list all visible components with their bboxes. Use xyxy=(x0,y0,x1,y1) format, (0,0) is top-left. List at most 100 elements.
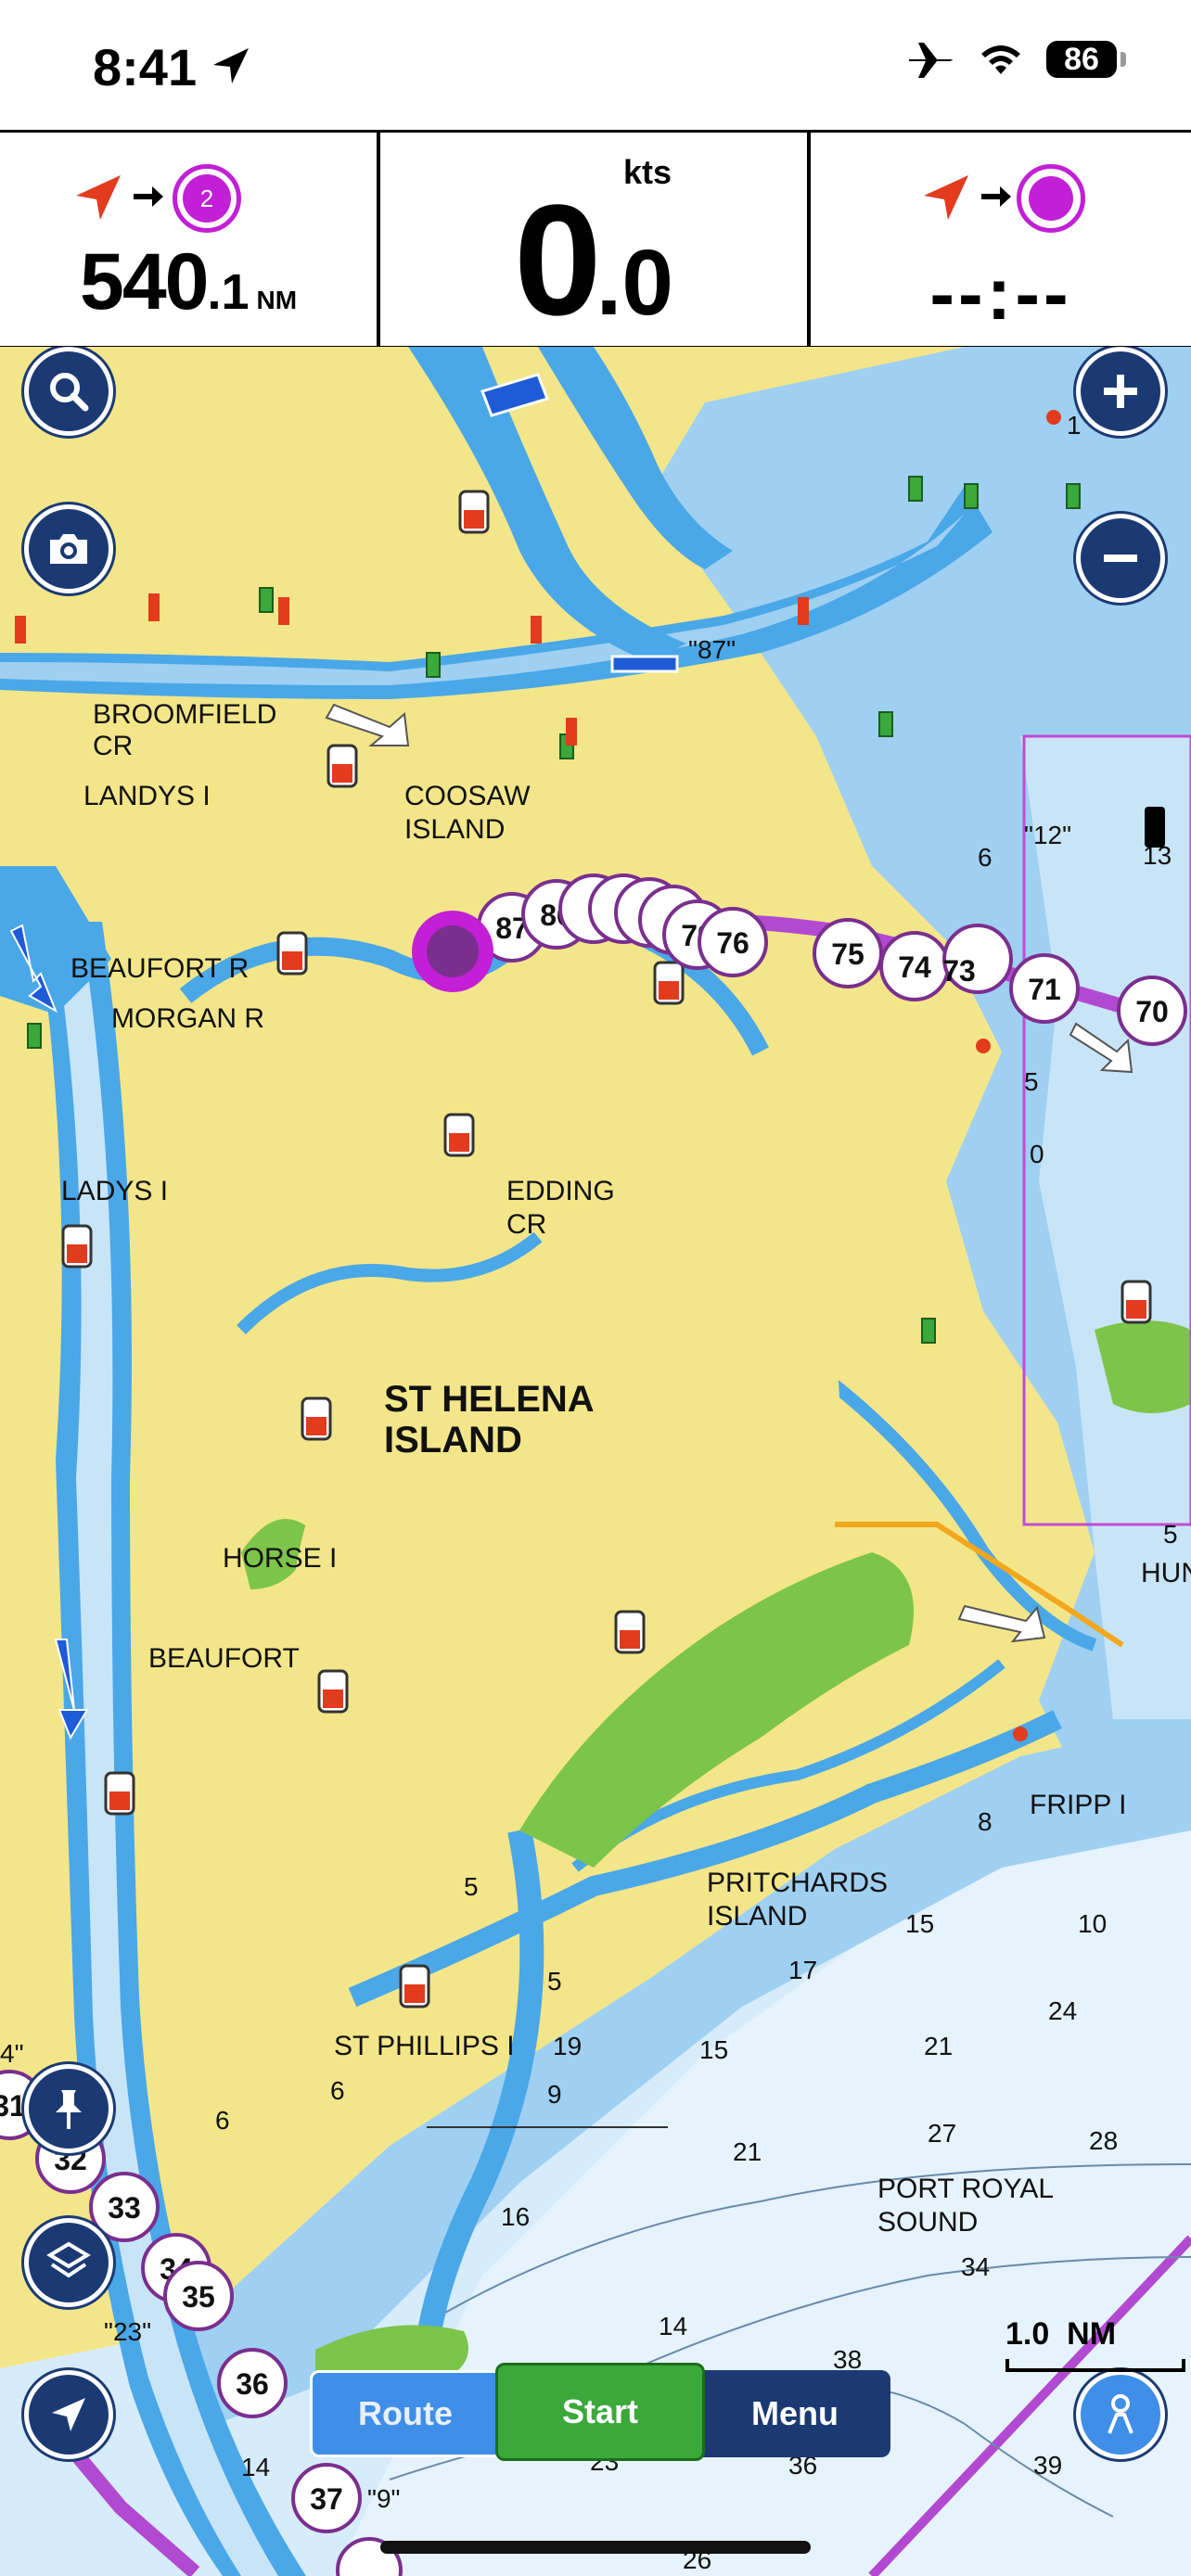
route-marker[interactable]: 71 xyxy=(1009,953,1080,1024)
svg-text:33: 33 xyxy=(108,2191,141,2225)
camera-button[interactable] xyxy=(24,504,113,593)
menu-button[interactable]: Menu xyxy=(699,2370,890,2457)
camera-icon xyxy=(50,534,87,564)
plus-icon xyxy=(1104,375,1137,408)
distance-readout: 540.1 NM xyxy=(80,237,298,326)
map-quoted-label: 4" xyxy=(0,2039,24,2068)
svg-text:71: 71 xyxy=(1028,973,1061,1006)
map-label: LADYS I xyxy=(61,1176,168,1206)
person-icon xyxy=(1108,2394,1133,2434)
search-button[interactable] xyxy=(24,347,113,436)
navigate-button[interactable] xyxy=(24,2370,113,2459)
route-marker[interactable]: 76 xyxy=(698,907,768,977)
depth-sounding: 39 xyxy=(1033,2451,1062,2480)
home-indicator[interactable] xyxy=(380,2541,811,2554)
route-marker[interactable]: 33 xyxy=(89,2172,160,2242)
map-label: CR xyxy=(506,1209,546,1240)
layers-icon xyxy=(46,2241,91,2278)
eta-readout: --:-- xyxy=(929,252,1072,335)
map-label: ISLAND xyxy=(404,814,505,845)
map-label: ISLAND xyxy=(384,1420,522,1460)
eta-panel[interactable]: --:-- xyxy=(811,133,1191,346)
depth-sounding: 34 xyxy=(961,2252,990,2281)
depth-sounding: 6 xyxy=(330,2076,345,2105)
depth-sounding: 17 xyxy=(788,1956,817,1984)
start-button[interactable]: Start xyxy=(495,2363,705,2461)
zoom-in-button[interactable] xyxy=(1076,347,1165,436)
boat-heading-icon xyxy=(76,175,121,220)
layers-button[interactable] xyxy=(24,2218,113,2307)
map-label: MORGAN R xyxy=(111,1003,264,1034)
depth-sounding: 24 xyxy=(1048,1996,1077,2025)
search-icon xyxy=(50,373,89,412)
map-label: PORT ROYAL xyxy=(877,2174,1054,2204)
depth-sounding: 9 xyxy=(547,2080,562,2109)
waypoint-badge: 2 xyxy=(173,164,241,233)
depth-sounding: 6 xyxy=(978,843,992,872)
route-button[interactable]: Route xyxy=(310,2370,501,2457)
route-marker[interactable]: 37 xyxy=(291,2463,362,2533)
map-label: ST HELENA xyxy=(384,1379,595,1420)
depth-sounding: 27 xyxy=(928,2119,956,2148)
speed-readout: 0.0 xyxy=(514,172,673,349)
depth-sounding: 19 xyxy=(553,2032,582,2060)
svg-text:31: 31 xyxy=(0,2089,26,2123)
destination-marker[interactable] xyxy=(412,911,493,992)
svg-text:37: 37 xyxy=(310,2482,343,2516)
speed-panel[interactable]: kts 0.0 xyxy=(380,133,811,349)
map-label: PRITCHARDS xyxy=(707,1868,888,1898)
map-label: BROOMFIELD xyxy=(93,699,276,730)
location-arrow-icon xyxy=(213,48,249,83)
map-label: FRIPP I xyxy=(1030,1790,1126,1820)
depth-sounding: 16 xyxy=(501,2202,530,2231)
depth-sounding: 10 xyxy=(1078,1909,1107,1938)
depth-sounding: 14 xyxy=(241,2453,270,2481)
status-bar: 8:41 86 xyxy=(0,0,1191,130)
svg-text:36: 36 xyxy=(236,2367,269,2401)
map-scale: 1.0 NM xyxy=(1005,2316,1117,2352)
map-label: EDDING xyxy=(506,1176,615,1206)
depth-sounding: 5 xyxy=(1163,1520,1178,1549)
map-label: HORSE I xyxy=(223,1543,337,1574)
map-quoted-label: "12" xyxy=(1024,821,1071,849)
navigation-arrow-icon xyxy=(52,2398,85,2431)
chart-map[interactable]: BROOMFIELD CR LANDYS I COOSAW ISLAND BEA… xyxy=(0,347,1191,2576)
svg-text:35: 35 xyxy=(182,2280,215,2314)
route-marker[interactable]: 75 xyxy=(813,918,883,988)
status-time: 8:41 xyxy=(93,38,198,96)
map-quoted-label: "87" xyxy=(688,635,736,664)
battery-icon: 86 xyxy=(1046,41,1126,78)
map-label: BEAUFORT xyxy=(148,1643,300,1674)
distance-panel[interactable]: 2 540.1 NM xyxy=(0,133,380,346)
arrow-right-icon xyxy=(134,186,163,207)
depth-sounding: 28 xyxy=(1089,2126,1118,2155)
route-marker[interactable]: 36 xyxy=(217,2348,288,2418)
map-label: ISLAND xyxy=(707,1901,807,1932)
person-button[interactable] xyxy=(1076,2370,1165,2459)
svg-text:70: 70 xyxy=(1135,995,1169,1028)
route-marker[interactable]: 70 xyxy=(1117,976,1187,1046)
depth-sounding: 5 xyxy=(464,1872,479,1901)
depth-sounding: 5 xyxy=(547,1967,562,1996)
svg-text:75: 75 xyxy=(831,937,864,971)
depth-sounding: 21 xyxy=(924,2032,953,2060)
svg-text:74: 74 xyxy=(898,950,931,984)
map-quoted-label: "9" xyxy=(367,2484,400,2513)
wifi-icon xyxy=(981,45,1020,74)
waypoint-button[interactable] xyxy=(24,2064,113,2153)
svg-text:76: 76 xyxy=(716,926,749,960)
depth-sounding: 15 xyxy=(699,2035,728,2064)
route-marker[interactable]: 74 xyxy=(879,931,950,1001)
pin-icon xyxy=(56,2090,82,2129)
map-label: CR xyxy=(93,731,133,761)
nautical-chart[interactable]: BROOMFIELD CR LANDYS I COOSAW ISLAND BEA… xyxy=(0,347,1191,2576)
depth-sounding: 15 xyxy=(905,1909,934,1938)
minus-icon xyxy=(1104,555,1137,562)
destination-icon xyxy=(1017,164,1085,233)
route-marker[interactable]: 73 xyxy=(942,924,1013,994)
zoom-out-button[interactable] xyxy=(1076,514,1165,603)
map-label: BEAUFORT R xyxy=(70,953,249,984)
arrow-right-icon xyxy=(981,186,1011,207)
route-marker[interactable]: 35 xyxy=(163,2261,234,2331)
depth-sounding: 14 xyxy=(659,2312,687,2340)
